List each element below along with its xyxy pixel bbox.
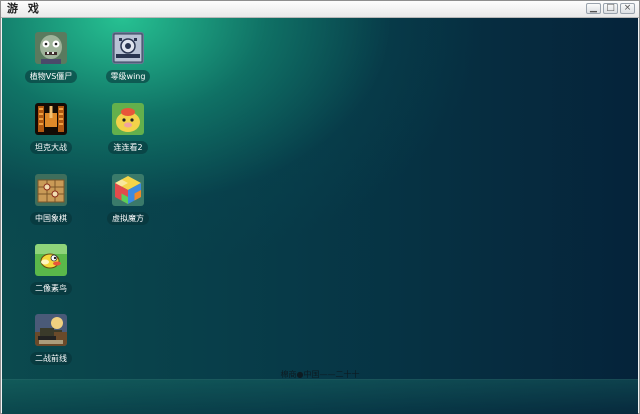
- icon-label: 二战前线: [30, 352, 72, 365]
- close-button[interactable]: ×: [620, 3, 635, 14]
- icon-label: 虚拟魔方: [107, 212, 149, 225]
- game-window: 游 戏 ▁ □ × 植物VS僵尸 零级wing 坦克大战 连连看2 中国象棋 虚…: [0, 0, 640, 414]
- rubiks-cube-icon: [112, 174, 144, 206]
- spaceship-icon: [112, 32, 144, 64]
- icon-label: 中国象棋: [30, 212, 72, 225]
- desktop-icon-pixel-bird[interactable]: 二像素鸟: [19, 244, 83, 295]
- desktop-icon-lianliankan-2[interactable]: 连连看2: [96, 103, 160, 154]
- desktop-icon-plants-vs-zombies[interactable]: 植物VS僵尸: [19, 32, 83, 83]
- footer-credit: 棉商●中国——二十十: [280, 370, 360, 379]
- minimize-icon: ▁: [590, 3, 597, 13]
- icon-label: 坦克大战: [30, 141, 72, 154]
- desktop-icon-ww2-front[interactable]: 二战前线: [19, 314, 83, 365]
- minimize-button[interactable]: ▁: [586, 3, 601, 14]
- desktop-area: 植物VS僵尸 零级wing 坦克大战 连连看2 中国象棋 虚拟魔方 二像素鸟 二…: [2, 18, 638, 414]
- icon-label: 二像素鸟: [30, 282, 72, 295]
- maximize-icon: □: [606, 3, 615, 13]
- flappy-bird-icon: [35, 244, 67, 276]
- icon-label: 零级wing: [105, 70, 151, 83]
- maximize-button[interactable]: □: [603, 3, 618, 14]
- title-bar[interactable]: 游 戏 ▁ □ ×: [1, 1, 639, 18]
- desktop-icon-tank-battle[interactable]: 坦克大战: [19, 103, 83, 154]
- close-icon: ×: [623, 3, 632, 13]
- tank-icon: [35, 103, 67, 135]
- icon-label: 连连看2: [108, 141, 148, 154]
- window-title: 游 戏: [7, 2, 42, 15]
- desktop-floor: [2, 379, 638, 414]
- chessboard-icon: [35, 174, 67, 206]
- icon-label: 植物VS僵尸: [24, 70, 78, 83]
- pig-icon: [112, 103, 144, 135]
- desktop-icon-zero-wing[interactable]: 零级wing: [96, 32, 160, 83]
- desktop-icon-chinese-chess[interactable]: 中国象棋: [19, 174, 83, 225]
- war-front-icon: [35, 314, 67, 346]
- desktop-icon-virtual-rubiks-cube[interactable]: 虚拟魔方: [96, 174, 160, 225]
- zombie-icon: [35, 32, 67, 64]
